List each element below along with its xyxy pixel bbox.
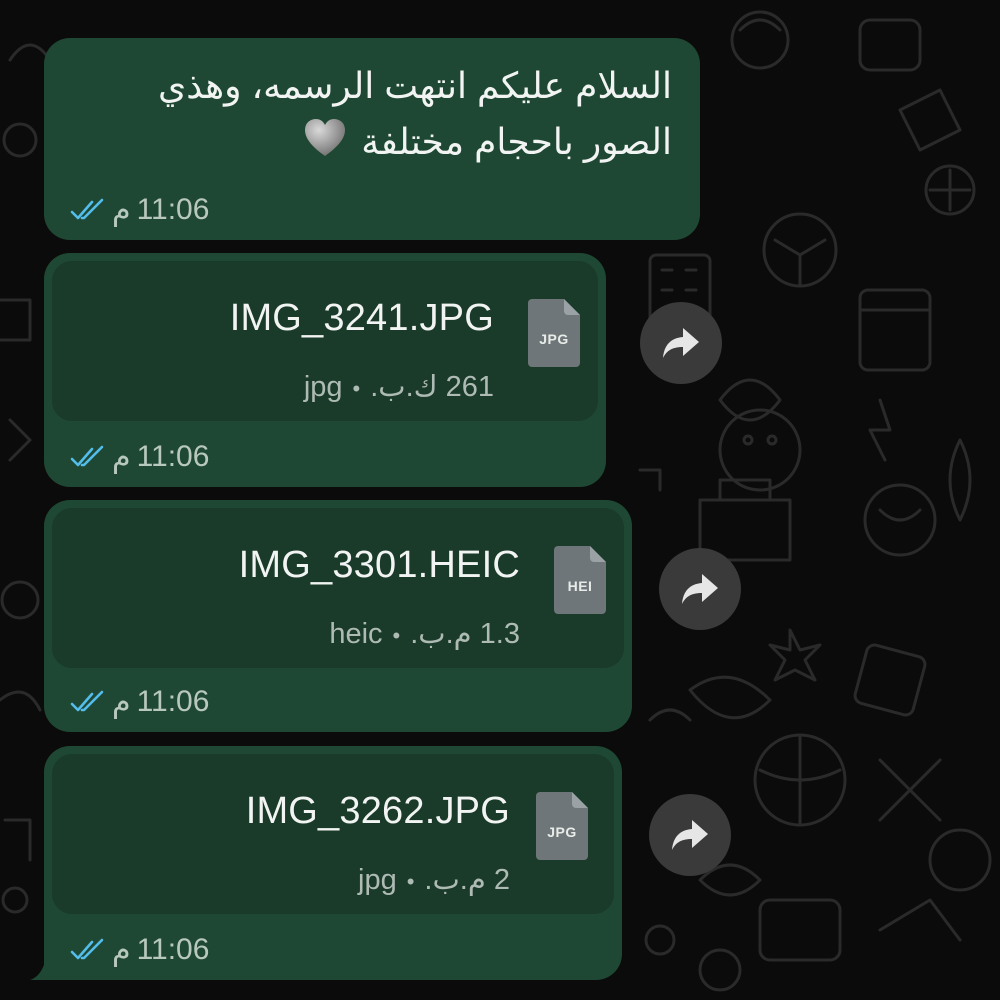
file-details: heic • 1.3 م.ب. — [329, 616, 520, 651]
forward-icon — [682, 574, 718, 604]
file-details: jpg • 261 ك.ب. — [304, 369, 494, 404]
message-meta: م 11:06 — [70, 437, 209, 477]
message-ampm: م — [112, 193, 131, 227]
file-icon-label: JPG — [547, 824, 577, 840]
message-ampm: م — [112, 933, 131, 967]
file-jpg-icon: JPG — [526, 297, 582, 369]
message-bubble-file[interactable]: JPG IMG_3241.JPG jpg • 261 ك.ب. م 11:06 — [44, 253, 606, 487]
file-name: IMG_3301.HEIC — [238, 544, 520, 586]
message-time: 11:06 — [136, 440, 210, 473]
message-meta: م 11:06 — [70, 682, 209, 722]
file-size: 261 ك.ب. — [370, 371, 494, 403]
message-time: 11:06 — [136, 933, 210, 966]
double-check-read-icon — [70, 938, 104, 960]
separator-dot: • — [406, 869, 415, 894]
file-extension: jpg — [303, 371, 343, 403]
file-icon-label: HEI — [567, 578, 593, 594]
message-ampm: م — [112, 440, 131, 474]
file-card[interactable]: JPG IMG_3262.JPG jpg • 2 م.ب. — [52, 754, 614, 914]
forward-button[interactable] — [640, 302, 722, 384]
forward-button[interactable] — [659, 548, 741, 630]
separator-dot: • — [352, 376, 361, 401]
message-meta: م 11:06 — [70, 190, 209, 230]
message-bubble-file[interactable]: JPG IMG_3262.JPG jpg • 2 م.ب. م 11:06 — [44, 746, 622, 980]
file-card[interactable]: JPG IMG_3241.JPG jpg • 261 ك.ب. — [52, 261, 598, 421]
message-time: 11:06 — [136, 193, 210, 226]
file-card[interactable]: HEI IMG_3301.HEIC heic • 1.3 م.ب. — [52, 508, 624, 668]
file-size: 2 م.ب. — [424, 864, 510, 896]
double-check-read-icon — [70, 198, 104, 220]
file-name: IMG_3241.JPG — [229, 297, 494, 339]
forward-icon — [672, 820, 708, 850]
double-check-read-icon — [70, 690, 104, 712]
message-text-line-1: السلام عليكم انتهت الرسمه، وهذي — [158, 65, 672, 106]
message-time: 11:06 — [136, 685, 210, 718]
forward-icon — [663, 328, 699, 358]
forward-button[interactable] — [649, 794, 731, 876]
file-jpg-icon: JPG — [534, 790, 590, 862]
message-bubble-text[interactable]: السلام عليكم انتهت الرسمه، وهذي الصور با… — [44, 38, 700, 240]
file-extension: heic — [329, 618, 383, 650]
file-details: jpg • 2 م.ب. — [358, 862, 510, 897]
message-ampm: م — [112, 685, 131, 719]
file-size: 1.3 م.ب. — [410, 618, 520, 650]
bubble-tail — [30, 954, 64, 980]
message-meta: م 11:06 — [70, 930, 209, 970]
double-check-read-icon — [70, 445, 104, 467]
grey-heart-icon — [305, 119, 346, 156]
file-extension: jpg — [358, 864, 397, 896]
file-icon-label: JPG — [539, 331, 569, 347]
message-bubble-file[interactable]: HEI IMG_3301.HEIC heic • 1.3 م.ب. م 11:06 — [44, 500, 632, 732]
file-name: IMG_3262.JPG — [245, 790, 510, 832]
file-heic-icon: HEI — [552, 544, 608, 616]
separator-dot: • — [392, 623, 401, 648]
message-text: السلام عليكم انتهت الرسمه، وهذي الصور با… — [72, 58, 672, 170]
message-text-line-2: الصور باحجام مختلفة — [361, 121, 672, 162]
